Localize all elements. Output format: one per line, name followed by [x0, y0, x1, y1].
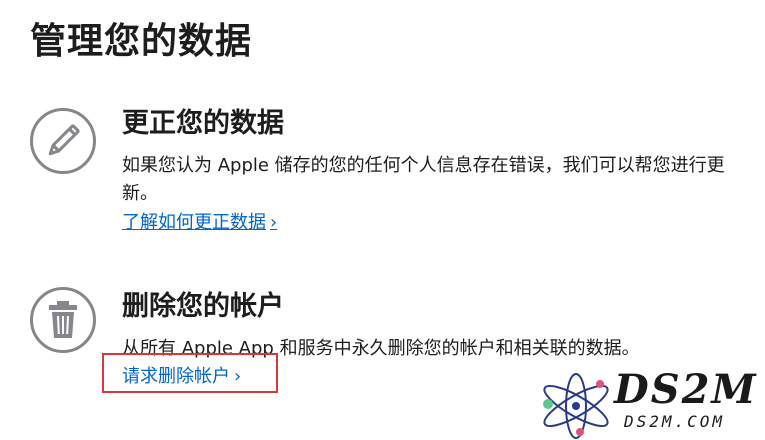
- chevron-right-icon: ›: [234, 366, 242, 387]
- section-body-correct: 如果您认为 Apple 储存的您的任何个人信息存在错误，我们可以帮您进行更新。: [122, 155, 725, 204]
- watermark: DS2M DS2M.COM: [538, 368, 765, 440]
- watermark-logo-text: DS2M: [614, 366, 758, 413]
- page-title: 管理您的数据: [30, 21, 253, 62]
- watermark-site-text: DS2M.COM: [624, 412, 726, 431]
- pencil-icon: [30, 108, 96, 174]
- section-heading-correct: 更正您的数据: [122, 108, 284, 139]
- request-delete-account-link[interactable]: 请求删除帐户 ›: [122, 364, 241, 390]
- chevron-right-icon: ›: [270, 212, 278, 233]
- atom-logo-icon: [543, 373, 609, 439]
- trash-icon: [30, 287, 96, 353]
- page: 管理您的数据 更正您的数据 如果您认为 Apple 储存的您的任何个人信息存在错…: [0, 0, 765, 440]
- section-body-delete: 从所有 Apple App 和服务中永久删除您的帐户和相关联的数据。: [122, 338, 640, 359]
- learn-correct-data-link[interactable]: 了解如何更正数据 ›: [122, 210, 277, 236]
- section-heading-delete: 删除您的帐户: [122, 291, 284, 322]
- link-label: 了解如何更正数据: [122, 212, 266, 233]
- link-label: 请求删除帐户: [122, 366, 230, 387]
